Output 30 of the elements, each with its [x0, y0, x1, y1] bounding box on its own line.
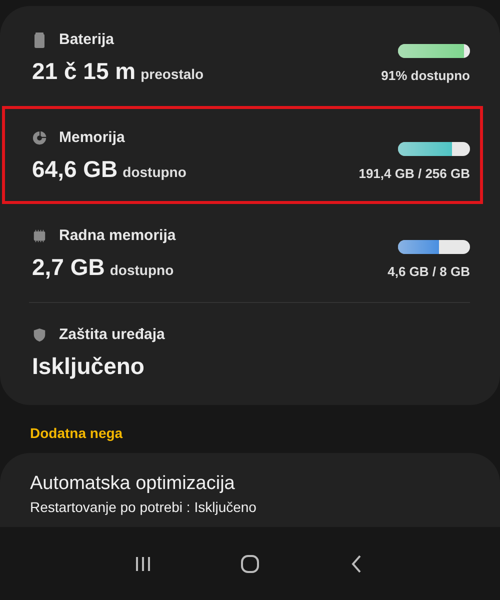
item-title: Baterija — [59, 31, 114, 48]
item-subtitle: Restartovanje po potrebi : Isključeno — [30, 499, 258, 515]
usage-reading: 191,4 GB / 256 GB — [358, 166, 470, 180]
item-unit: dostupno — [110, 262, 174, 278]
usage-bar — [398, 240, 470, 254]
item-title: Memorija — [59, 129, 125, 146]
item-unit: dostupno — [122, 164, 186, 180]
item-value: 21 č 15 m — [32, 58, 136, 85]
highlight-box[interactable]: Memorija 64,6 GB dostupno 191,4 GB / 256 GB — [2, 106, 483, 204]
item-value: 64,6 GB — [32, 156, 118, 183]
item-title: Radna memorija — [59, 227, 176, 244]
battery-icon — [32, 32, 47, 48]
settings-item[interactable]: Radna memorija 2,7 GB dostupno 4,6 GB / 8 GB — [2, 204, 483, 302]
pie-chart-icon — [32, 130, 47, 146]
item-title: Automatska optimizacija — [30, 473, 236, 495]
usage-reading: 91% dostupno — [381, 68, 470, 82]
item-value: 2,7 GB — [32, 254, 105, 281]
usage-bar — [398, 142, 470, 156]
item-value: Isključeno — [32, 353, 144, 380]
shield-icon — [32, 326, 47, 342]
usage-reading: 4,6 GB / 8 GB — [388, 264, 470, 278]
optimization-item[interactable]: Automatska optimizacija Restartovanje po potrebi : Isključeno — [0, 453, 500, 527]
section-header: Dodatna nega — [29, 424, 124, 443]
chip-icon — [32, 228, 47, 244]
settings-item[interactable]: Baterija 21 č 15 m preostalo 91% dostupno — [2, 8, 483, 106]
item-title: Zaštita uređaja — [59, 326, 165, 343]
item-unit: preostalo — [140, 66, 204, 82]
home-icon[interactable] — [240, 554, 260, 574]
settings-item[interactable]: Zaštita uređaja Isključeno — [2, 303, 483, 401]
usage-bar — [398, 44, 470, 58]
